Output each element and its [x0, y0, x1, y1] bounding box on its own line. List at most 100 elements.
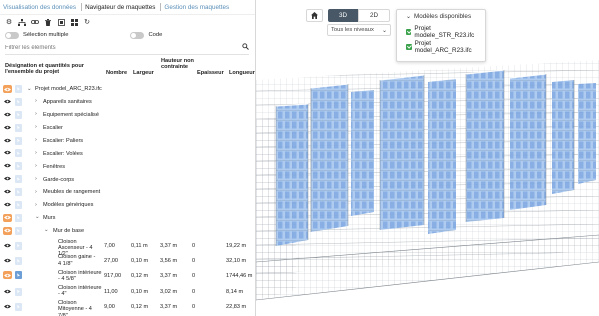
models-dropdown-header[interactable]: ⌄ Modèles disponibles — [397, 10, 485, 23]
select-icon[interactable] — [15, 149, 22, 158]
select-icon[interactable] — [15, 241, 22, 250]
table-row[interactable]: Cloison intérieure - 4" 11,00 0,10 m 3,0… — [0, 284, 255, 299]
trash-icon[interactable] — [44, 18, 52, 26]
tree-row-category[interactable]: › Garde-corps — [0, 173, 255, 186]
eye-icon[interactable] — [4, 243, 11, 248]
chevron-right-icon[interactable]: › — [35, 202, 37, 209]
search-icon[interactable] — [242, 43, 249, 52]
select-icon[interactable] — [15, 110, 22, 119]
eye-icon[interactable] — [4, 163, 11, 168]
table-row[interactable]: Cloison intérieure - 4 5/8" 917,00 0,12 … — [0, 268, 255, 283]
select-icon[interactable] — [15, 188, 22, 197]
visibility-toggle-active[interactable] — [3, 271, 12, 280]
multi-select-toggle[interactable]: Sélection multiple — [5, 31, 68, 39]
eye-icon[interactable] — [4, 112, 11, 117]
select-icon[interactable] — [15, 271, 22, 280]
header-longueur[interactable]: Longueur — [229, 70, 255, 76]
tree-row-category[interactable]: › Equipement spécialisé — [0, 109, 255, 122]
tree-row-subcategory[interactable]: ⌄ Mur de base — [0, 225, 255, 238]
levels-select-value: Tous les niveaux — [331, 27, 374, 33]
tab-model-management[interactable]: Gestion des maquettes — [164, 4, 229, 11]
tree-row-category[interactable]: › Appareils sanitaires — [0, 96, 255, 109]
chevron-right-icon[interactable]: › — [35, 150, 37, 157]
select-icon[interactable] — [15, 213, 22, 222]
select-icon[interactable] — [15, 287, 22, 296]
refresh-icon[interactable]: ↻ — [83, 18, 91, 26]
chevron-right-icon[interactable]: › — [35, 112, 37, 118]
cell-largeur: 0,10 m — [131, 257, 149, 264]
table-row[interactable]: Cloison Mitoyenne - 4 7/8" 9,00 0,12 m 3… — [0, 299, 255, 316]
tree-label: Escalier — [43, 124, 63, 131]
header-nombre[interactable]: Nombre — [106, 70, 127, 76]
tab-model-browser[interactable]: Navigateur de maquettes — [85, 4, 155, 11]
filter-input[interactable] — [5, 44, 205, 51]
select-icon[interactable] — [15, 226, 22, 235]
select-icon[interactable] — [15, 175, 22, 184]
select-icon[interactable] — [15, 136, 22, 145]
code-toggle[interactable]: Code — [130, 31, 162, 39]
eye-icon[interactable] — [4, 150, 11, 155]
levels-select[interactable]: Tous les niveaux ⌄ — [327, 24, 391, 36]
cell-epaisseur: 0 — [192, 257, 196, 264]
select-icon[interactable] — [15, 97, 22, 106]
eye-icon[interactable] — [4, 258, 11, 263]
chevron-down-icon[interactable]: ⌄ — [35, 215, 40, 221]
multi-select-switch[interactable] — [5, 31, 19, 39]
tree-row-root[interactable]: ⌄ Projet model_ARC_R23.ifc — [0, 83, 255, 96]
select-icon[interactable] — [15, 302, 22, 311]
tab-data-visualisation[interactable]: Visualisation des données — [3, 4, 76, 11]
header-hauteur[interactable]: Hauteur non contrainte — [161, 58, 194, 71]
eye-icon[interactable] — [4, 125, 11, 130]
tree-row-category[interactable]: › Fenêtres — [0, 160, 255, 173]
home-view-button[interactable] — [306, 9, 323, 22]
model-checkbox-arc[interactable] — [406, 43, 412, 50]
table-row[interactable]: Cloison gaine - 4 1/8" 27,00 0,10 m 3,56… — [0, 253, 255, 268]
header-designation[interactable]: Désignation et quantités pour l'ensemble… — [5, 63, 100, 76]
eye-icon[interactable] — [4, 99, 11, 104]
chevron-right-icon[interactable]: › — [35, 99, 37, 105]
mode-2d-button[interactable]: 2D — [358, 9, 390, 22]
grid-icon[interactable] — [70, 18, 78, 26]
model-option-arc[interactable]: Projet model_ARC_R23.ifc — [397, 40, 485, 54]
table-row[interactable]: Cloison Ascenseur - 4 1/2" 7,00 0,11 m 3… — [0, 238, 255, 257]
chevron-right-icon[interactable]: › — [35, 138, 37, 144]
chevron-down-icon[interactable]: ⌄ — [44, 228, 49, 234]
cell-nombre: 7,00 — [104, 242, 115, 249]
chevron-right-icon[interactable]: › — [35, 163, 37, 170]
tree-row-category[interactable]: › Meubles de rangement — [0, 186, 255, 199]
model-option-str[interactable]: Projet modele_STR_R23.ifc — [397, 25, 485, 39]
mode-3d-button[interactable]: 3D — [328, 9, 358, 22]
eye-icon[interactable] — [4, 202, 11, 207]
chevron-right-icon[interactable]: › — [35, 176, 37, 183]
tree-row-category[interactable]: › Escalier: Paliers — [0, 135, 255, 148]
settings-icon[interactable]: ⚙ — [5, 18, 13, 26]
tree-row-category[interactable]: › Escalier — [0, 122, 255, 135]
tree-row-category[interactable]: › Escalier: Volées — [0, 147, 255, 160]
link-icon[interactable] — [31, 18, 39, 26]
eye-icon[interactable] — [4, 176, 11, 181]
visibility-toggle-active[interactable] — [3, 213, 12, 222]
chevron-down-icon: ⌄ — [381, 27, 387, 34]
select-icon[interactable] — [15, 162, 22, 171]
select-icon[interactable] — [15, 256, 22, 265]
select-icon[interactable] — [15, 85, 22, 93]
tree-row-category[interactable]: › Modèles génériques — [0, 199, 255, 212]
hierarchy-icon[interactable] — [18, 18, 26, 26]
visibility-toggle-active[interactable] — [3, 85, 12, 93]
code-switch[interactable] — [130, 31, 145, 39]
eye-icon[interactable] — [4, 138, 11, 143]
select-icon[interactable] — [15, 123, 22, 132]
visibility-toggle-active[interactable] — [3, 226, 12, 235]
select-icon[interactable] — [15, 201, 22, 210]
chevron-right-icon[interactable]: › — [35, 125, 37, 131]
chevron-right-icon[interactable]: › — [35, 189, 37, 196]
chevron-down-icon[interactable]: ⌄ — [27, 86, 32, 93]
select-all-icon[interactable] — [57, 18, 65, 26]
eye-icon[interactable] — [4, 304, 11, 309]
header-largeur[interactable]: Largeur — [133, 70, 154, 76]
header-epaisseur[interactable]: Epaisseur — [197, 70, 224, 76]
eye-icon[interactable] — [4, 189, 11, 194]
tree-row-category[interactable]: ⌄ Murs — [0, 212, 255, 225]
eye-icon[interactable] — [4, 289, 11, 294]
model-checkbox-str[interactable] — [406, 28, 412, 35]
